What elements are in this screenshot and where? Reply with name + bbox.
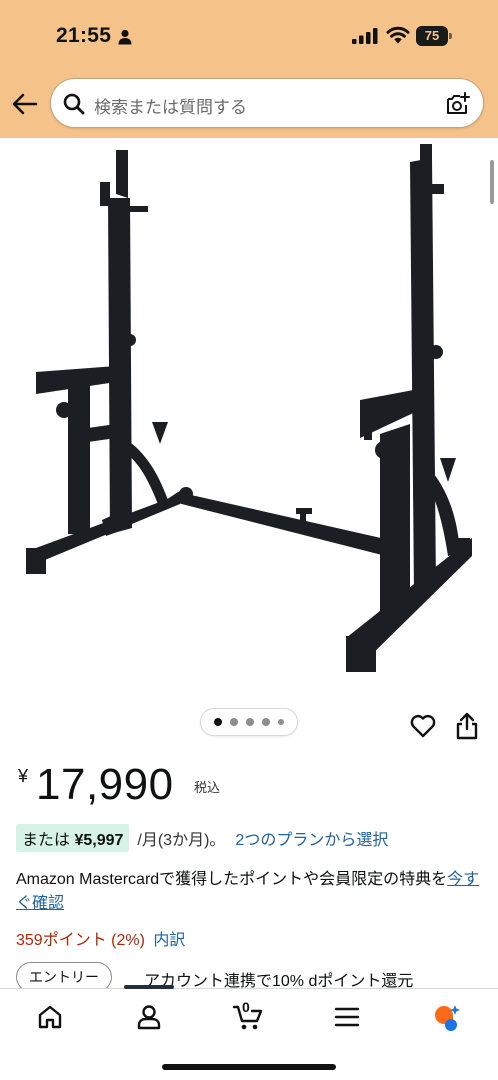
image-pagination[interactable] bbox=[200, 708, 298, 736]
rufus-icon bbox=[435, 1005, 460, 1031]
installment-amount: ¥5,997 bbox=[74, 832, 124, 849]
pagination-dot[interactable] bbox=[278, 719, 284, 725]
price-amount: 17,990 bbox=[36, 760, 174, 809]
promo-text: Amazon Mastercardで獲得したポイントや会員限定の特典を今すぐ確認 bbox=[16, 868, 486, 916]
home-icon bbox=[38, 1005, 62, 1029]
search-icon bbox=[63, 93, 85, 115]
back-button[interactable] bbox=[10, 90, 40, 118]
points-value: 359ポイント (2%) bbox=[16, 932, 145, 949]
nav-account[interactable] bbox=[129, 1003, 169, 1031]
battery-indicator: 75 bbox=[416, 26, 452, 46]
battery-level: 75 bbox=[424, 28, 440, 43]
scroll-indicator bbox=[490, 160, 494, 204]
status-time: 21:55 bbox=[56, 24, 112, 47]
barbell-rack-image bbox=[26, 144, 472, 672]
search-placeholder: 検索または質問する bbox=[94, 98, 247, 117]
account-icon bbox=[137, 1005, 161, 1030]
app-header: 21:55 75 検索または質問する bbox=[0, 0, 498, 138]
points-row: 359ポイント (2%) 内訳 bbox=[16, 926, 185, 950]
status-bar: 21:55 75 bbox=[0, 0, 498, 70]
person-icon bbox=[118, 29, 132, 45]
wifi-icon bbox=[386, 26, 410, 44]
installment-term: /月(3か月)。 bbox=[137, 832, 226, 849]
pagination-dot[interactable] bbox=[214, 718, 222, 726]
product-image[interactable] bbox=[0, 138, 498, 698]
tax-label: 税込 bbox=[194, 780, 221, 795]
share-icon[interactable] bbox=[456, 712, 478, 740]
nav-rufus[interactable] bbox=[426, 1003, 466, 1031]
camera-search-icon[interactable] bbox=[445, 91, 471, 117]
installment-row: または ¥5,997 /月(3か月)。 2つのプランから選択 bbox=[16, 824, 388, 852]
installment-prefix: または bbox=[22, 832, 71, 849]
home-indicator bbox=[162, 1064, 336, 1070]
cart-count: 0 bbox=[242, 999, 250, 1015]
price-symbol: ¥ bbox=[18, 766, 29, 786]
arrow-left-icon bbox=[12, 93, 38, 115]
nav-cart[interactable]: 0 bbox=[228, 999, 268, 1031]
promo-body: Amazon Mastercardで獲得したポイントや会員限定の特典を bbox=[16, 871, 448, 888]
points-detail-link[interactable]: 内訳 bbox=[153, 932, 185, 949]
nav-home[interactable] bbox=[30, 1003, 70, 1031]
pagination-dot[interactable] bbox=[230, 718, 238, 726]
signal-icon bbox=[352, 28, 378, 44]
pagination-dot[interactable] bbox=[246, 718, 254, 726]
search-input[interactable]: 検索または質問する bbox=[50, 78, 484, 128]
installment-plan-link[interactable]: 2つのプランから選択 bbox=[235, 826, 388, 850]
nav-active-indicator bbox=[124, 985, 174, 989]
heart-icon[interactable] bbox=[410, 713, 436, 739]
installment-badge: または ¥5,997 bbox=[16, 824, 130, 852]
menu-icon bbox=[334, 1007, 360, 1027]
nav-menu[interactable] bbox=[327, 1003, 367, 1031]
pagination-dot[interactable] bbox=[262, 718, 270, 726]
